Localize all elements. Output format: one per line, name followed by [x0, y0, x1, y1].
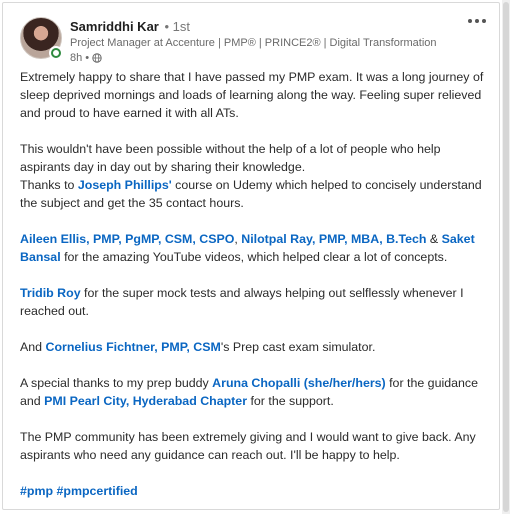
more-options-button[interactable]	[463, 11, 491, 31]
hashtag-pmpcertified[interactable]: #pmpcertified	[57, 484, 138, 498]
mention-joseph-phillips[interactable]: Joseph Phillips'	[78, 178, 172, 192]
paragraph-6-prefix: A special thanks to my prep buddy	[20, 376, 213, 390]
paragraph-4: Tridib Roy for the super mock tests and …	[20, 284, 490, 320]
paragraph-3-suffix: for the amazing YouTube videos, which he…	[60, 250, 448, 264]
author-headline: Project Manager at Accenture | PMP® | PR…	[70, 37, 437, 49]
thanks-prefix: Thanks to	[20, 178, 78, 192]
mention-nilotpal-ray[interactable]: Nilotpal Ray, PMP, MBA, B.Tech	[241, 232, 426, 246]
mention-aruna-chopalli[interactable]: Aruna Chopalli (she/her/hers)	[212, 376, 386, 390]
scrollbar[interactable]	[502, 0, 510, 514]
mention-pmi-pearl-city[interactable]: PMI Pearl City, Hyderabad Chapter	[44, 394, 247, 408]
paragraph-5-prefix: And	[20, 340, 46, 354]
paragraph-5: And Cornelius Fichtner, PMP, CSM's Prep …	[20, 338, 490, 356]
paragraph-6-suffix: for the support.	[247, 394, 334, 408]
paragraph-7: The PMP community has been extremely giv…	[20, 430, 476, 462]
paragraph-2-line1: This wouldn't have been possible without…	[20, 142, 441, 174]
author-name[interactable]: Samriddhi Kar	[70, 19, 159, 34]
hashtags: #pmp #pmpcertified	[20, 482, 490, 500]
hashtag-pmp[interactable]: #pmp	[20, 484, 53, 498]
paragraph-4-suffix: for the super mock tests and always help…	[20, 286, 464, 318]
paragraph-5-suffix: 's Prep cast exam simulator.	[220, 340, 376, 354]
globe-icon	[92, 53, 102, 63]
paragraph-3: Aileen Ellis, PMP, PgMP, CSM, CSPO, Nilo…	[20, 230, 490, 266]
post-card: Samriddhi Kar • 1st Project Manager at A…	[2, 2, 500, 510]
paragraph-2: This wouldn't have been possible without…	[20, 140, 490, 212]
separator-2: &	[426, 232, 442, 246]
mention-cornelius-fichtner[interactable]: Cornelius Fichtner, PMP, CSM	[46, 340, 221, 354]
paragraph-6: A special thanks to my prep buddy Aruna …	[20, 374, 490, 410]
scrollbar-thumb[interactable]	[503, 2, 509, 512]
author-name-row: Samriddhi Kar • 1st	[70, 19, 190, 34]
paragraph-1: Extremely happy to share that I have pas…	[20, 70, 484, 120]
ellipsis-dot	[482, 19, 486, 23]
post-body: Extremely happy to share that I have pas…	[20, 68, 490, 518]
author-avatar[interactable]	[20, 17, 63, 60]
post-time: 8h •	[70, 52, 90, 64]
mention-tridib-roy[interactable]: Tridib Roy	[20, 286, 81, 300]
online-status-icon	[49, 46, 63, 60]
ellipsis-dot	[475, 19, 479, 23]
mention-aileen-ellis[interactable]: Aileen Ellis, PMP, PgMP, CSM, CSPO	[20, 232, 234, 246]
ellipsis-icon	[468, 19, 472, 23]
connection-degree: • 1st	[164, 19, 190, 34]
post-meta: 8h •	[70, 52, 102, 64]
